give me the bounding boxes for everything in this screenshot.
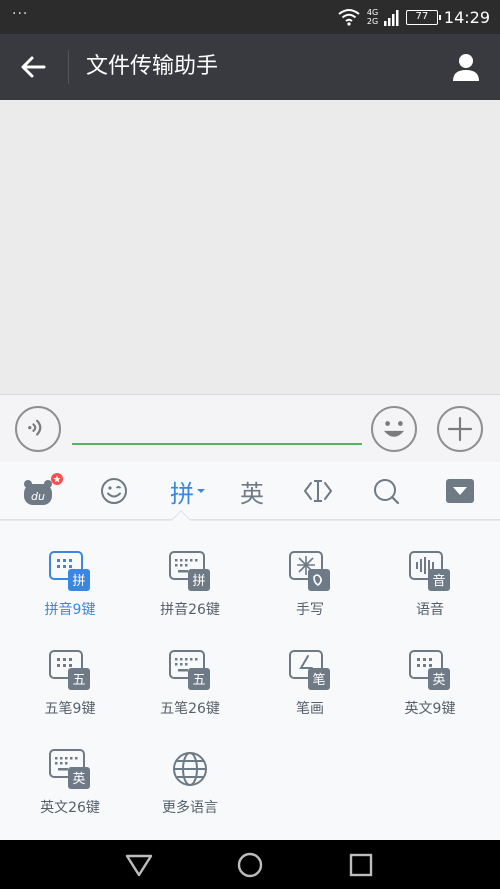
square-recent-icon[interactable] xyxy=(346,850,376,880)
signal-icon xyxy=(383,10,399,26)
ime-option-label: 五笔9键 xyxy=(44,701,96,717)
globe-icon xyxy=(173,752,207,786)
ime-option-label: 拼音9键 xyxy=(44,602,96,618)
ime-logo-icon[interactable]: du xyxy=(20,470,64,512)
english-mode-button[interactable]: 英 xyxy=(232,470,272,512)
ime-option-label: 英文26键 xyxy=(40,800,100,816)
cursor-move-icon[interactable] xyxy=(300,470,336,512)
voice-wave-icon: 音 xyxy=(409,551,450,591)
ime-option-label: 拼音26键 xyxy=(160,602,220,618)
ime-option-wubi26[interactable]: 五 五笔26键 xyxy=(130,648,250,738)
ime-option-wubi9[interactable]: 五 五笔9键 xyxy=(10,648,130,738)
handwriting-icon xyxy=(289,551,330,591)
status-bar: ··· 4G 2G 77 14:29 xyxy=(0,0,500,34)
system-nav-bar xyxy=(0,840,500,889)
svg-text:英: 英 xyxy=(432,673,445,688)
notification-dots: ··· xyxy=(12,6,29,22)
wifi-icon xyxy=(338,9,360,26)
ime-option-english9[interactable]: 英 英文9键 xyxy=(370,648,490,738)
keyboard-icon: 英 xyxy=(49,749,90,789)
input-bar xyxy=(0,394,500,462)
pinyin-mode-button[interactable]: 拼 xyxy=(166,470,210,512)
svg-text:du: du xyxy=(31,490,45,503)
message-area xyxy=(0,100,500,394)
collapse-keyboard-icon[interactable] xyxy=(440,470,480,512)
battery-icon: 77 xyxy=(405,9,441,25)
triangle-back-icon[interactable] xyxy=(124,850,154,880)
ime-option-label: 笔画 xyxy=(296,701,324,717)
plus-icon[interactable] xyxy=(437,406,483,452)
keyboard-icon: 拼 xyxy=(169,551,210,591)
chat-header: 文件传输助手 xyxy=(0,34,500,100)
dropdown-arrow-icon xyxy=(197,489,205,493)
emoticon-icon[interactable] xyxy=(96,470,132,512)
svg-text:拼: 拼 xyxy=(192,574,205,589)
voice-icon[interactable] xyxy=(15,406,61,452)
ime-option-label: 五笔26键 xyxy=(160,701,220,717)
stroke-icon: 笔 xyxy=(289,650,330,690)
ime-option-label: 更多语言 xyxy=(162,800,218,816)
ime-option-english26[interactable]: 英 英文26键 xyxy=(10,747,130,837)
search-icon[interactable] xyxy=(368,470,404,512)
keypad-icon: 拼 xyxy=(49,551,90,591)
keypad-icon: 五 xyxy=(49,650,90,690)
ime-option-voice[interactable]: 音 语音 xyxy=(370,549,490,639)
svg-text:笔: 笔 xyxy=(312,672,325,688)
keyboard-icon: 五 xyxy=(169,650,210,690)
header-divider xyxy=(68,50,69,84)
ime-option-label: 手写 xyxy=(296,602,324,618)
ime-option-label: 英文9键 xyxy=(404,701,456,717)
clock: 14:29 xyxy=(443,7,490,27)
svg-text:五: 五 xyxy=(192,673,205,688)
ime-mode-panel: 拼 拼音9键 拼 拼音26键 手写 音 语音 五 五笔9键 五 五笔26键 笔 … xyxy=(0,521,500,840)
ime-option-handwriting[interactable]: 手写 xyxy=(250,549,370,639)
ime-option-pinyin9[interactable]: 拼 拼音9键 xyxy=(10,549,130,639)
user-icon[interactable] xyxy=(450,51,482,83)
svg-text:英: 英 xyxy=(72,772,85,787)
message-input[interactable] xyxy=(72,407,362,445)
chat-title: 文件传输助手 xyxy=(86,54,219,79)
ime-option-stroke[interactable]: 笔 笔画 xyxy=(250,648,370,738)
svg-text:音: 音 xyxy=(432,573,445,589)
ime-option-label: 语音 xyxy=(416,602,444,618)
keypad-icon: 英 xyxy=(409,650,450,690)
arrow-left-icon[interactable] xyxy=(18,52,50,82)
english-mode-label: 英 xyxy=(240,479,264,508)
emoji-icon[interactable] xyxy=(371,406,417,452)
ime-option-more-languages[interactable]: 更多语言 xyxy=(130,747,250,837)
ime-option-pinyin26[interactable]: 拼 拼音26键 xyxy=(130,549,250,639)
svg-text:五: 五 xyxy=(72,673,85,688)
network-type: 4G 2G xyxy=(366,8,379,26)
circle-home-icon[interactable] xyxy=(235,850,265,880)
svg-text:拼: 拼 xyxy=(72,574,85,589)
ime-toolbar: du 拼 英 xyxy=(0,462,500,520)
pinyin-mode-label: 拼 xyxy=(170,479,194,508)
